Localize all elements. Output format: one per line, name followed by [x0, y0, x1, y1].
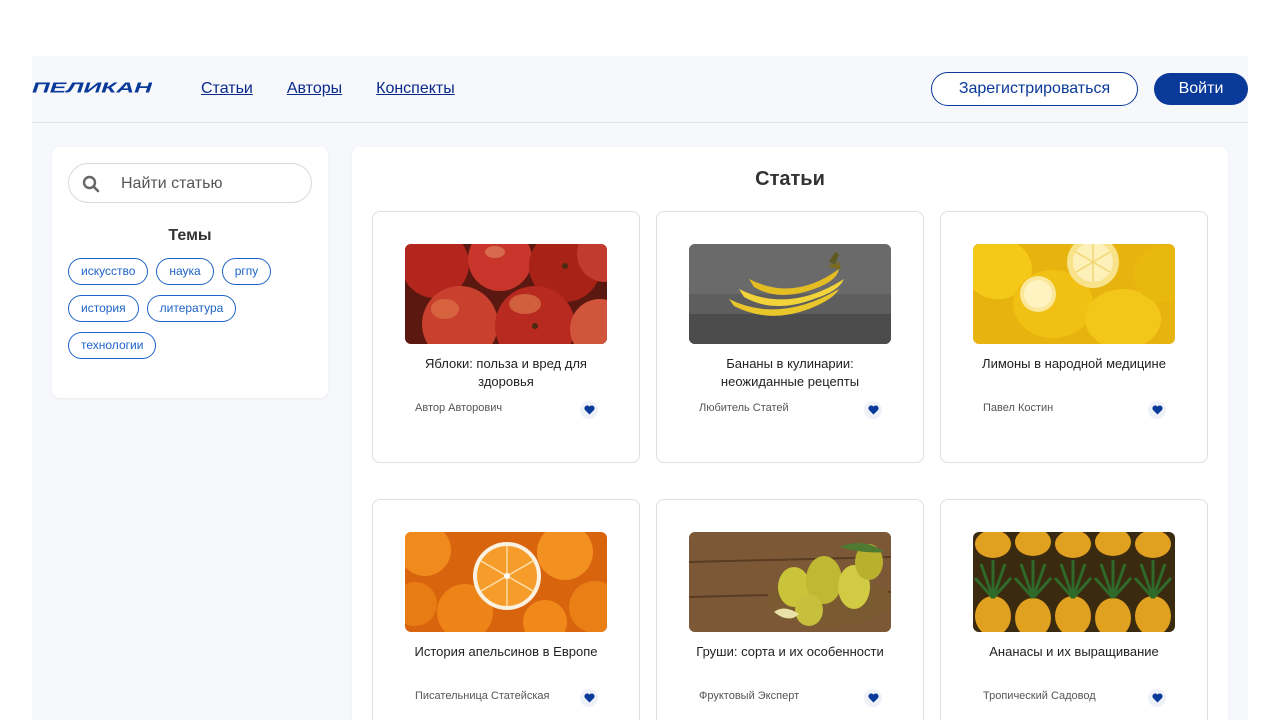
tag-rgpu[interactable]: ргпу: [221, 258, 272, 285]
articles-panel: Статьи Яблоки: польза и вред для здоровь…: [352, 147, 1228, 720]
tag-history[interactable]: история: [68, 295, 139, 322]
heart-icon: [867, 405, 879, 415]
tag-art[interactable]: искусство: [68, 258, 149, 285]
main-nav: Статьи Авторы Конспекты: [201, 80, 455, 98]
article-card[interactable]: Лимоны в народной медицине Павел Костин: [940, 211, 1208, 463]
article-card[interactable]: История апельсинов в Европе Писательница…: [372, 499, 640, 720]
like-button[interactable]: [580, 689, 598, 707]
heart-icon: [1151, 405, 1163, 415]
article-author: Павел Костин: [983, 402, 1054, 414]
article-card[interactable]: Груши: сорта и их особенности Фруктовый …: [656, 499, 924, 720]
article-title: Яблоки: польза и вред для здоровья: [425, 356, 587, 389]
article-title: Груши: сорта и их особенности: [696, 644, 884, 659]
heart-icon: [867, 693, 879, 703]
tag-science[interactable]: наука: [156, 258, 214, 285]
nav-link-authors[interactable]: Авторы: [287, 80, 342, 98]
article-title: Ананасы и их выращивание: [989, 644, 1159, 659]
article-author: Тропический Садовод: [983, 690, 1096, 702]
sidebar: Темы искусство наука ргпу история литера…: [52, 147, 328, 398]
heart-icon: [1151, 693, 1163, 703]
logo[interactable]: ПЕЛИКАН: [32, 80, 154, 97]
search-icon: [82, 175, 100, 193]
nav-link-notes[interactable]: Конспекты: [376, 80, 455, 98]
like-button[interactable]: [580, 401, 598, 419]
top-header: ПЕЛИКАН Статьи Авторы Конспекты Зарегист…: [32, 56, 1248, 123]
tag-literature[interactable]: литература: [146, 295, 237, 322]
like-button[interactable]: [1148, 401, 1166, 419]
logo-wordmark-icon: ПЕЛИКАН: [32, 80, 154, 97]
app-root: ПЕЛИКАН Статьи Авторы Конспекты Зарегист…: [32, 56, 1248, 720]
article-author: Любитель Статей: [699, 402, 789, 414]
like-button[interactable]: [864, 401, 882, 419]
topics-heading: Темы: [168, 227, 212, 244]
article-author: Фруктовый Эксперт: [699, 690, 800, 702]
login-button[interactable]: Войти: [1154, 73, 1248, 105]
like-button[interactable]: [1148, 689, 1166, 707]
apples-photo: [405, 244, 607, 344]
pears-photo: [689, 532, 891, 632]
nav-link-articles[interactable]: Статьи: [201, 80, 253, 98]
article-author: Писательница Статейская: [415, 690, 550, 702]
article-card[interactable]: Яблоки: польза и вред для здоровья Автор…: [372, 211, 640, 463]
page-title: Статьи: [755, 168, 825, 190]
logo-text: ПЕЛИКАН: [32, 80, 152, 94]
article-card[interactable]: Бананы в кулинарии: неожиданные рецепты …: [656, 211, 924, 463]
lemons-photo: [973, 244, 1175, 344]
article-author: Автор Авторович: [415, 402, 503, 414]
heart-icon: [583, 693, 595, 703]
article-title: Лимоны в народной медицине: [982, 356, 1166, 371]
articles-grid: Яблоки: польза и вред для здоровья Автор…: [372, 211, 1208, 720]
register-button[interactable]: Зарегистрироваться: [931, 72, 1138, 106]
oranges-photo: [405, 532, 607, 632]
like-button[interactable]: [864, 689, 882, 707]
article-title: История апельсинов в Европе: [414, 644, 598, 659]
topic-tags: искусство наука ргпу история литература …: [68, 258, 318, 359]
search-input[interactable]: [121, 173, 301, 195]
pineapples-photo: [973, 532, 1175, 632]
bananas-photo: [689, 244, 891, 344]
tag-technology[interactable]: технологии: [68, 332, 157, 359]
heart-icon: [583, 405, 595, 415]
article-card[interactable]: Ананасы и их выращивание Тропический Сад…: [940, 499, 1208, 720]
article-title: Бананы в кулинарии: неожиданные рецепты: [720, 356, 860, 389]
search-box[interactable]: [68, 163, 312, 203]
